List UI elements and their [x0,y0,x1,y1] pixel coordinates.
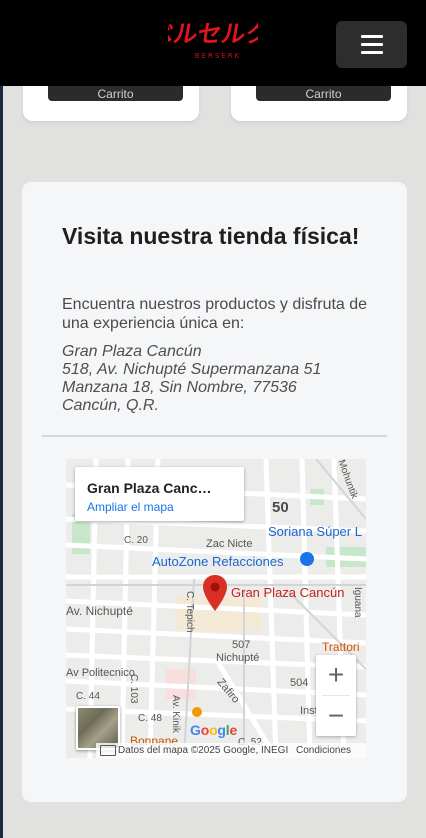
map-zoom-controls: + − [316,655,356,736]
map-place-name: Gran Plaza Canc… [87,480,212,496]
map-label: C. 48 [138,713,162,724]
map-label: Av. Kinik [170,695,181,733]
map-label: AutoZone Refacciones [152,554,284,569]
map-pin-icon[interactable] [203,575,227,611]
menu-button[interactable] [336,21,407,68]
map-label: Zac Nicte [206,538,253,550]
map-label: C. Tepich [184,591,195,633]
map-footer: Datos del mapa ©2025 Google, INEGI Condi… [96,743,366,758]
expand-map-link[interactable]: Ampliar el mapa [87,500,174,514]
map-label: C. 44 [76,691,100,702]
map-label: 504 [290,677,309,689]
map-place-card: Gran Plaza Canc… Ampliar el mapa [75,467,244,521]
map-label: Nichupté [216,652,260,664]
page-left-edge [0,86,3,838]
map-label: Av. Nichupté [66,604,133,618]
store-description: Encuentra nuestros productos y disfruta … [62,296,368,332]
map-label: Gran Plaza Cancún [231,585,345,600]
map-label: C. 20 [124,535,148,546]
address-line: Gran Plaza Cancún [62,343,202,360]
google-map[interactable]: 50 Soriana Súper L Zac Nicte C. 20 AutoZ… [66,459,366,758]
hamburger-menu-icon [360,35,383,38]
add-to-cart-button[interactable]: Carrito [48,86,183,101]
map-label: 507 [232,639,251,651]
berserk-logo[interactable]: ベルセルク BERSERK [147,14,272,62]
zoom-in-button[interactable]: + [316,655,356,695]
keyboard-icon[interactable] [100,745,116,756]
address-line: Manzana 18, Sin Nombre, 77536 [62,379,297,396]
logo-subtext: BERSERK [195,52,241,60]
zoom-out-button[interactable]: − [316,696,356,736]
google-logo: Google [190,722,238,738]
address-line: Cancún, Q.R. [62,397,159,414]
address-line: 518, Av. Nichupté Supermanzana 51 [62,361,322,378]
header: ベルセルク BERSERK [0,0,426,86]
map-terms-link[interactable]: Condiciones [296,743,351,758]
add-to-cart-button[interactable]: Carrito [256,86,391,101]
map-label: Iguana [352,587,363,618]
logo-text: ベルセルク [168,20,258,48]
divider [42,435,387,437]
store-address: Gran Plaza Cancún 518, Av. Nichupté Supe… [62,343,382,415]
map-label: Soriana Súper L [268,524,362,539]
map-label: 50 [272,499,289,516]
map-label: C. 103 [128,674,139,704]
store-card: Visita nuestra tienda física! Encuentra … [22,182,407,802]
map-label: Trattori [322,640,360,654]
store-title: Visita nuestra tienda física! [62,223,360,249]
map-attribution: Datos del mapa ©2025 Google, INEGI [118,745,289,756]
map-label: Av Politecnico [66,667,135,679]
